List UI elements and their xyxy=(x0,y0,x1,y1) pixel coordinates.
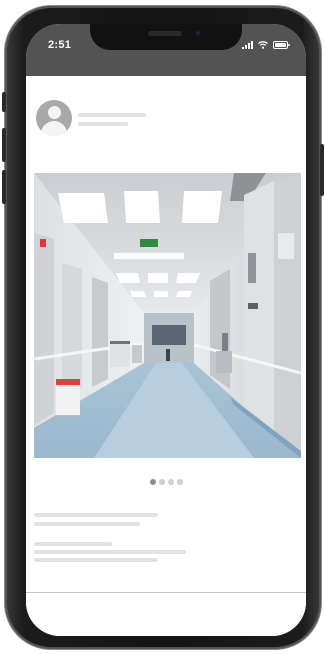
user-avatar-icon[interactable] xyxy=(36,100,72,136)
caption-placeholder-1 xyxy=(34,513,158,517)
username-placeholder xyxy=(78,113,146,117)
signal-icon xyxy=(242,41,253,49)
carousel-dot-4[interactable] xyxy=(176,479,183,485)
hospital-corridor-photo xyxy=(34,173,301,458)
caption-placeholder-4 xyxy=(34,550,186,554)
carousel-dot-3[interactable] xyxy=(167,479,174,485)
notch xyxy=(90,24,242,50)
power-button xyxy=(320,144,324,196)
divider xyxy=(26,592,306,593)
caption-placeholder-2 xyxy=(34,522,140,526)
carousel-dot-2[interactable] xyxy=(158,479,165,485)
wifi-icon xyxy=(258,41,268,49)
caption-placeholder-3 xyxy=(34,542,112,546)
subtitle-placeholder xyxy=(78,122,128,126)
volume-down-button xyxy=(2,170,6,204)
status-time: 2:51 xyxy=(48,39,72,51)
post-content xyxy=(26,76,306,636)
phone-screen: 2:51 xyxy=(26,24,306,636)
status-icons xyxy=(242,41,290,49)
speaker-grille xyxy=(148,31,182,36)
carousel-dot-1[interactable] xyxy=(149,479,156,485)
caption-placeholder-5 xyxy=(34,558,158,562)
mute-switch xyxy=(2,92,6,112)
status-bar: 2:51 xyxy=(26,24,306,76)
front-camera-icon xyxy=(194,29,202,37)
volume-up-button xyxy=(2,128,6,162)
carousel-indicator xyxy=(26,479,306,485)
battery-icon xyxy=(273,41,290,49)
post-image[interactable] xyxy=(34,173,301,458)
